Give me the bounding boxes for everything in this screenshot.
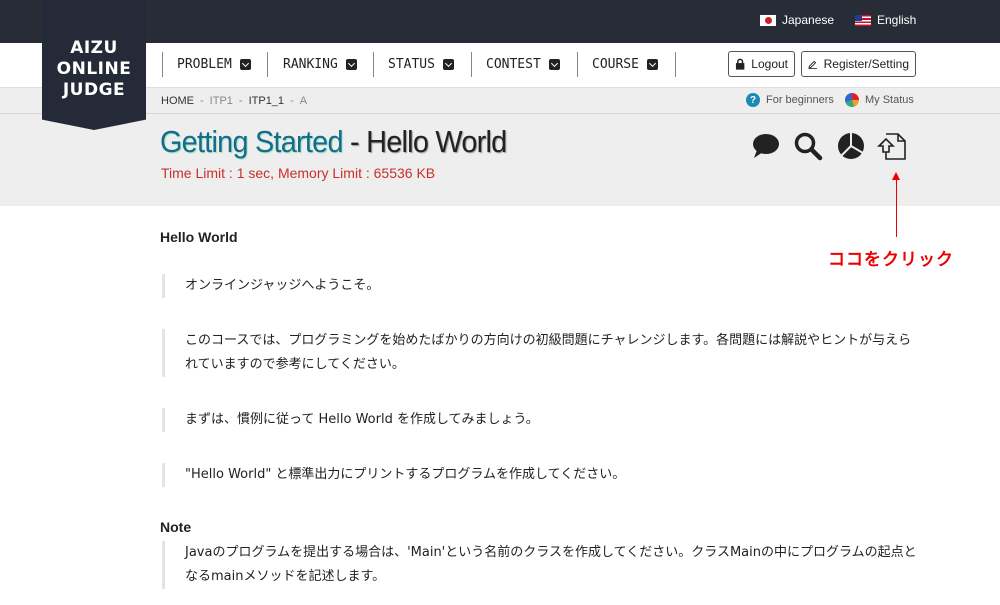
problem-limits: Time Limit : 1 sec, Memory Limit : 65536… [161, 165, 436, 181]
pie-chart-icon[interactable] [836, 131, 866, 161]
problem-title-main: Getting Started [160, 124, 344, 159]
logout-button[interactable]: Logout [728, 51, 795, 77]
breadcrumb-separator: - [238, 95, 243, 107]
submit-upload-icon[interactable] [877, 131, 907, 161]
for-beginners-label: For beginners [766, 94, 834, 106]
logo-line-3: JUDGE [62, 79, 126, 100]
breadcrumb-divider [0, 113, 1000, 114]
breadcrumb-problem: A [299, 95, 308, 107]
nav-divider [675, 52, 676, 77]
site-logo[interactable]: AIZU ONLINE JUDGE [42, 0, 146, 130]
statement-paragraph: このコースでは、プログラミングを始めたばかりの方向けの初級問題にチャレンジします… [162, 329, 922, 377]
logout-label: Logout [751, 57, 788, 71]
nav-contest[interactable]: CONTEST [486, 52, 560, 77]
register-setting-label: Register/Setting [823, 57, 909, 71]
nav-ranking[interactable]: RANKING [283, 52, 357, 77]
problem-title: Getting Started - Hello World [160, 124, 507, 160]
nav-problem[interactable]: PROBLEM [177, 52, 251, 77]
problem-title-sub: Hello World [366, 124, 507, 159]
nav-divider [162, 52, 163, 77]
chevron-down-icon [646, 59, 658, 70]
nav-divider [577, 52, 578, 77]
annotation-line [896, 175, 897, 237]
language-english-link[interactable]: English [855, 13, 916, 27]
problem-title-separator: - [342, 124, 367, 159]
statement-paragraph: "Hello World" と標準出力にプリントするプログラムを作成してください… [162, 463, 922, 487]
nav-problem-label: PROBLEM [177, 57, 232, 72]
pencil-icon [808, 60, 817, 69]
nav-ranking-label: RANKING [283, 57, 338, 72]
breadcrumb-topic[interactable]: ITP1_1 [249, 95, 284, 107]
for-beginners-link[interactable]: ? For beginners [746, 93, 834, 107]
chevron-down-icon [345, 59, 357, 70]
nav-contest-label: CONTEST [486, 57, 541, 72]
nav-status-label: STATUS [388, 57, 435, 72]
japan-flag-icon [760, 14, 776, 26]
top-bar: Japanese English [0, 0, 1000, 43]
chevron-down-icon [442, 59, 454, 70]
help-question-icon: ? [746, 93, 760, 107]
breadcrumb-separator: - [290, 95, 294, 107]
lock-icon [735, 58, 745, 70]
status-pie-icon [845, 93, 859, 107]
search-icon[interactable] [793, 131, 823, 161]
my-status-label: My Status [865, 94, 914, 106]
breadcrumb-separator: - [200, 95, 204, 107]
logo-line-1: AIZU [70, 37, 118, 58]
language-japanese-link[interactable]: Japanese [760, 13, 834, 27]
note-paragraph: Javaのプログラムを提出する場合は、'Main'という名前のクラスを作成してく… [162, 541, 922, 589]
chevron-down-icon [548, 59, 560, 70]
nav-divider [373, 52, 374, 77]
statement-heading: Hello World [160, 229, 238, 245]
nav-divider [267, 52, 268, 77]
language-english-label: English [877, 13, 917, 27]
statement-paragraph: オンラインジャッジへようこそ。 [162, 274, 922, 298]
logo-line-2: ONLINE [56, 58, 132, 79]
us-flag-icon [855, 14, 871, 26]
note-heading: Note [160, 519, 192, 535]
comment-icon[interactable] [751, 131, 781, 161]
nav-course[interactable]: COURSE [592, 52, 658, 77]
register-setting-button[interactable]: Register/Setting [801, 51, 916, 77]
statement-paragraph: まずは、慣例に従って Hello World を作成してみましょう。 [162, 408, 922, 432]
breadcrumb: HOME - ITP1 - ITP1_1 - A [161, 95, 307, 107]
my-status-link[interactable]: My Status [845, 93, 914, 107]
breadcrumb-home[interactable]: HOME [161, 95, 194, 107]
main-navbar: PROBLEM RANKING STATUS CONTEST COURSE Lo… [0, 43, 1000, 88]
chevron-down-icon [239, 59, 251, 70]
language-japanese-label: Japanese [782, 13, 835, 27]
nav-status[interactable]: STATUS [388, 52, 454, 77]
nav-divider [471, 52, 472, 77]
nav-course-label: COURSE [592, 57, 639, 72]
breadcrumb-course[interactable]: ITP1 [210, 95, 233, 107]
annotation-text: ココをクリック [828, 250, 954, 270]
